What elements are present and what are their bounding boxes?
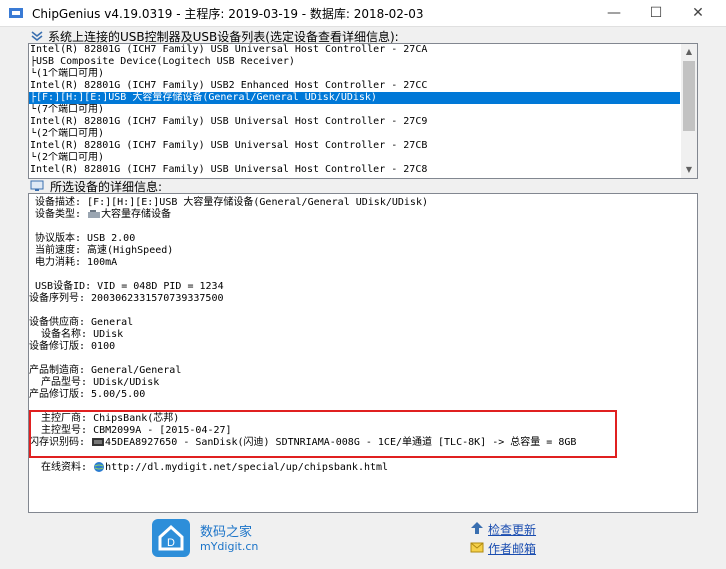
detail-line: 设备序列号: 2003062331570739337500 [29, 293, 224, 305]
mydigit-logo-icon[interactable]: D [152, 519, 190, 557]
detail-line: 当前速度: 高速(HighSpeed) [29, 245, 173, 257]
detail-text: 设备名称: UDisk [29, 329, 124, 340]
device-details-panel[interactable]: 设备描述: [F:][H:][E:]USB 大容量存储设备(General/Ge… [28, 193, 698, 513]
detail-text: 产品型号: UDisk/UDisk [29, 377, 160, 388]
device-list-item[interactable]: Intel(R) 82801G (ICH7 Family) USB Univer… [29, 140, 680, 152]
monitor-icon [30, 180, 44, 191]
globe-icon [93, 462, 105, 473]
detail-text: 产品修订版: 5.00/5.00 [29, 389, 146, 400]
online-info-link[interactable]: http://dl.mydigit.net/special/up/chipsba… [105, 462, 388, 473]
device-list-item[interactable]: Intel(R) 82801G (ICH7 Family) USB Univer… [29, 44, 680, 56]
detail-text: 设备描述: [F:][H:][E:]USB 大容量存储设备(General/Ge… [29, 197, 428, 208]
detail-text: USB设备ID: VID = 048D PID = 1234 [29, 281, 224, 292]
detail-line: 设备名称: UDisk [29, 329, 123, 341]
detail-text: 在线资料: [29, 462, 94, 473]
author-mail-link[interactable]: 作者邮箱 [488, 540, 536, 557]
detail-text: 协议版本: USB 2.00 [29, 233, 136, 244]
detail-line: 产品制造商: General/General [29, 365, 181, 377]
detail-text: 当前速度: 高速(HighSpeed) [29, 245, 174, 256]
device-list-scrollbar[interactable]: ▲ ▼ [681, 44, 697, 178]
device-list-item[interactable]: └(2个端口可用) [29, 128, 680, 140]
app-icon [9, 8, 23, 18]
brand-url[interactable]: mYdigit.cn [200, 540, 258, 553]
detail-text: 设备序列号: 2003062331570739337500 [29, 293, 224, 304]
device-list-item[interactable]: ├[F:][H:][E:]USB 大容量存储设备(General/General… [29, 92, 680, 104]
scroll-thumb[interactable] [683, 61, 695, 131]
detail-text: 设备供应商: General [29, 317, 134, 328]
device-list-item[interactable]: Intel(R) 82801G (ICH7 Family) USB Univer… [29, 116, 680, 128]
detail-text: 设备类型: [29, 209, 88, 220]
detail-line: 协议版本: USB 2.00 [29, 233, 135, 245]
detail-text: 电力消耗: 100mA [29, 257, 118, 268]
check-update-link[interactable]: 检查更新 [488, 521, 536, 538]
up-arrow-icon [471, 522, 483, 534]
svg-text:D: D [167, 537, 175, 549]
detail-line: 设备类型: 大容量存储设备 [29, 209, 171, 221]
detail-line: 产品型号: UDisk/UDisk [29, 377, 159, 389]
detail-text: 设备修订版: 0100 [29, 341, 116, 352]
title-bar: ChipGenius v4.19.0319 - 主程序: 2019-03-19 … [0, 0, 726, 27]
detail-line: 设备描述: [F:][H:][E:]USB 大容量存储设备(General/Ge… [29, 197, 428, 209]
close-button[interactable]: ✕ [678, 2, 718, 24]
device-list-item[interactable]: Intel(R) 82801G (ICH7 Family) USB Univer… [29, 164, 680, 176]
detail-text: 产品制造商: General/General [29, 365, 182, 376]
device-list[interactable]: Intel(R) 82801G (ICH7 Family) USB Univer… [28, 43, 698, 179]
detail-line: USB设备ID: VID = 048D PID = 1234 [29, 281, 224, 293]
detail-value: 大容量存储设备 [101, 209, 172, 220]
device-list-item[interactable]: └(1个端口可用) [29, 68, 680, 80]
maximize-button[interactable]: ☐ [636, 2, 676, 24]
detail-line: 设备供应商: General [29, 317, 133, 329]
device-list-rows: Intel(R) 82801G (ICH7 Family) USB Univer… [29, 44, 680, 176]
window-title: ChipGenius v4.19.0319 - 主程序: 2019-03-19 … [32, 7, 424, 21]
scroll-up-arrow-icon[interactable]: ▲ [681, 44, 697, 60]
brand-name-cn[interactable]: 数码之家 [200, 521, 252, 540]
detail-line: 电力消耗: 100mA [29, 257, 117, 269]
detail-line: 产品修订版: 5.00/5.00 [29, 389, 145, 401]
device-list-item[interactable]: └(2个端口可用) [29, 152, 680, 164]
device-list-item[interactable]: ├USB Composite Device(Logitech USB Recei… [29, 56, 680, 68]
scroll-down-arrow-icon[interactable]: ▼ [681, 162, 697, 178]
usb-drive-icon [87, 209, 101, 220]
online-info-line: 在线资料: http://dl.mydigit.net/special/up/c… [29, 461, 388, 473]
detail-line: 设备修订版: 0100 [29, 341, 115, 353]
device-list-item[interactable]: Intel(R) 82801G (ICH7 Family) USB2 Enhan… [29, 80, 680, 92]
device-list-item[interactable]: └(7个端口可用) [29, 104, 680, 116]
envelope-icon [470, 542, 484, 553]
minimize-button[interactable]: — [594, 2, 634, 24]
controller-flash-highlight-box [29, 410, 617, 458]
chevron-double-down-icon [31, 31, 43, 42]
